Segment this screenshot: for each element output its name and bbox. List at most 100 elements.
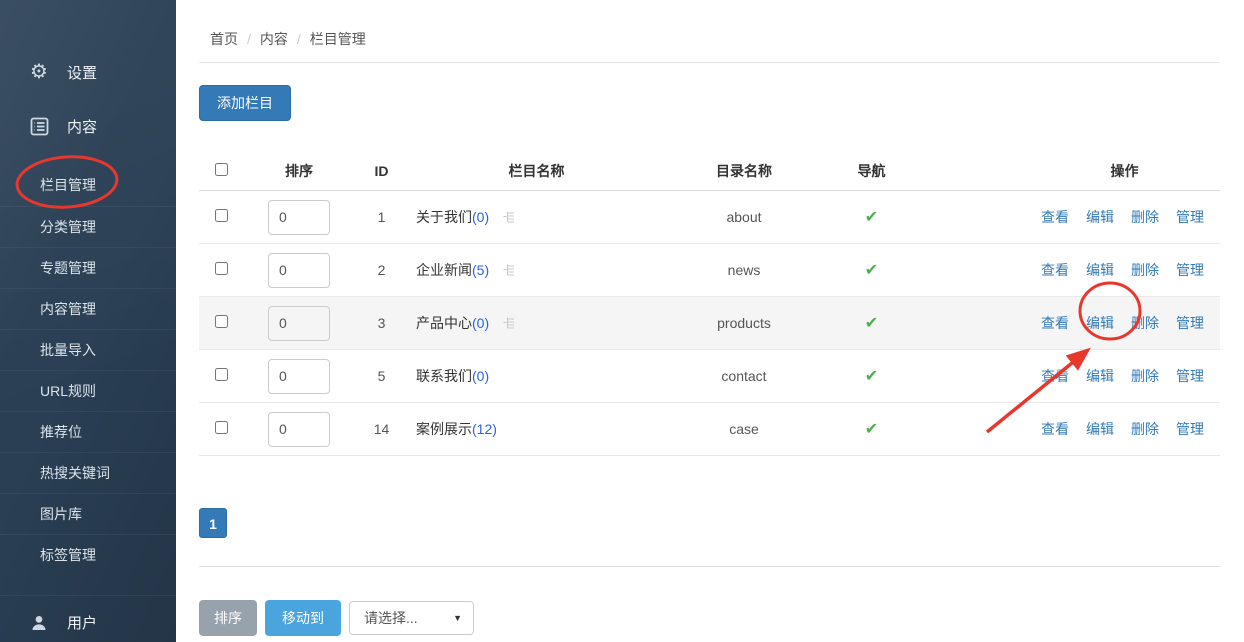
sidebar-item-hot-keywords[interactable]: 热搜关键词 <box>0 452 176 493</box>
content-count-link[interactable]: (12) <box>472 421 497 437</box>
nav-check-icon: ✔ <box>865 315 878 332</box>
add-column-button[interactable]: 添加栏目 <box>199 85 291 121</box>
row-checkbox[interactable] <box>215 368 228 381</box>
edit-link[interactable]: 编辑 <box>1086 209 1114 225</box>
view-link[interactable]: 查看 <box>1041 315 1069 331</box>
row-id: 14 <box>354 403 409 456</box>
table-row: 1 关于我们(0) about ✔ 查看编辑删除管理 <box>199 191 1220 244</box>
bulk-move-button[interactable]: 移动到 <box>265 600 341 636</box>
edit-link[interactable]: 编辑 <box>1086 421 1114 437</box>
sidebar-item-url-rules[interactable]: URL规则 <box>0 370 176 411</box>
edit-link[interactable]: 编辑 <box>1086 262 1114 278</box>
sidebar-item-column-management[interactable]: 栏目管理 <box>0 165 176 206</box>
breadcrumb-separator: / <box>247 31 251 47</box>
row-checkbox[interactable] <box>215 315 228 328</box>
table-row: 14 案例展示(12) case ✔ 查看 编辑 删除 管理 <box>199 403 1220 456</box>
user-icon <box>28 614 50 632</box>
sort-input[interactable] <box>268 359 330 394</box>
nav-check-icon: ✔ <box>865 368 878 385</box>
row-id: 3 <box>354 297 409 350</box>
column-name: 企业新闻 <box>416 262 472 278</box>
row-checkbox[interactable] <box>215 262 228 275</box>
breadcrumb-current: 栏目管理 <box>310 31 366 47</box>
pagination: 1 <box>199 508 1220 538</box>
chevron-down-icon: ▼ <box>453 613 462 623</box>
sort-input[interactable] <box>268 253 330 288</box>
row-checkbox[interactable] <box>215 421 228 434</box>
sidebar-item-image-library[interactable]: 图片库 <box>0 493 176 534</box>
row-id: 2 <box>354 244 409 297</box>
move-target-select[interactable]: 请选择... ▼ <box>349 601 474 635</box>
directory-name: case <box>664 403 824 456</box>
breadcrumb-content[interactable]: 内容 <box>260 31 288 47</box>
bulk-sort-button[interactable]: 排序 <box>199 600 257 636</box>
manage-link[interactable]: 管理 <box>1176 209 1204 225</box>
tree-icon <box>502 262 517 277</box>
sidebar-item-users[interactable]: 用户 <box>0 595 176 642</box>
column-name: 案例展示 <box>416 421 472 437</box>
sidebar-item-batch-import[interactable]: 批量导入 <box>0 329 176 370</box>
sort-input[interactable] <box>268 412 330 447</box>
table-header-row: 排序 ID 栏目名称 目录名称 导航 操作 <box>199 154 1220 191</box>
sort-input[interactable] <box>268 306 330 341</box>
tree-icon <box>502 315 517 330</box>
content-count-link[interactable]: (0) <box>472 209 489 225</box>
delete-link[interactable]: 删除 <box>1131 262 1159 278</box>
view-link[interactable]: 查看 <box>1041 368 1069 384</box>
directory-name: contact <box>664 350 824 403</box>
row-id: 5 <box>354 350 409 403</box>
nav-check-icon: ✔ <box>865 209 878 226</box>
row-checkbox[interactable] <box>215 209 228 222</box>
table-row: 5 联系我们(0) contact ✔ 查看编辑删除管理 <box>199 350 1220 403</box>
manage-link[interactable]: 管理 <box>1176 421 1204 437</box>
select-placeholder: 请选择... <box>364 608 418 628</box>
sidebar-item-category-management[interactable]: 分类管理 <box>0 206 176 247</box>
directory-name: about <box>664 191 824 244</box>
content-count-link[interactable]: (0) <box>472 368 489 384</box>
edit-link[interactable]: 编辑 <box>1086 368 1114 384</box>
sidebar-item-tag-management[interactable]: 标签管理 <box>0 534 176 575</box>
content-count-link[interactable]: (0) <box>472 315 489 331</box>
view-link[interactable]: 查看 <box>1041 209 1069 225</box>
content-count-link[interactable]: (5) <box>472 262 489 278</box>
sidebar-item-recommend-position[interactable]: 推荐位 <box>0 411 176 452</box>
sidebar-item-content-management[interactable]: 内容管理 <box>0 288 176 329</box>
nav-check-icon: ✔ <box>865 262 878 279</box>
content-submenu: 栏目管理 分类管理 专题管理 内容管理 批量导入 URL规则 推荐位 热搜关键词… <box>0 165 176 575</box>
header-column-name: 栏目名称 <box>409 154 664 191</box>
header-id: ID <box>354 154 409 191</box>
columns-table: 排序 ID 栏目名称 目录名称 导航 操作 1 关于我们(0) about ✔ … <box>199 154 1220 456</box>
select-all-checkbox[interactable] <box>215 163 228 176</box>
bulk-actions-bar: 排序 移动到 请选择... ▼ <box>199 600 1220 636</box>
main-content: 首页 / 内容 / 栏目管理 添加栏目 排序 ID 栏目名称 目录名称 导航 操作 1 … <box>176 0 1244 642</box>
column-name: 产品中心 <box>416 315 472 331</box>
sort-input[interactable] <box>268 200 330 235</box>
edit-link[interactable]: 编辑 <box>1086 315 1114 331</box>
delete-link[interactable]: 删除 <box>1131 368 1159 384</box>
manage-link[interactable]: 管理 <box>1176 262 1204 278</box>
list-icon <box>28 117 50 136</box>
delete-link[interactable]: 删除 <box>1131 421 1159 437</box>
manage-link[interactable]: 管理 <box>1176 315 1204 331</box>
header-operations: 操作 <box>919 154 1220 191</box>
page-button-1[interactable]: 1 <box>199 508 227 538</box>
sidebar-item-topic-management[interactable]: 专题管理 <box>0 247 176 288</box>
view-link[interactable]: 查看 <box>1041 421 1069 437</box>
nav-check-icon: ✔ <box>865 421 878 438</box>
view-link[interactable]: 查看 <box>1041 262 1069 278</box>
table-row: 2 企业新闻(5) news ✔ 查看 编辑 删除 管理 <box>199 244 1220 297</box>
directory-name: news <box>664 244 824 297</box>
directory-name: products <box>664 297 824 350</box>
breadcrumb-home[interactable]: 首页 <box>210 31 238 47</box>
sidebar-item-label: 用户 <box>67 612 97 633</box>
manage-link[interactable]: 管理 <box>1176 368 1204 384</box>
header-directory-name: 目录名称 <box>664 154 824 191</box>
delete-link[interactable]: 删除 <box>1131 209 1159 225</box>
table-row-highlighted: 3 产品中心(0) products ✔ 查看 编辑 删除 管理 <box>199 297 1220 350</box>
row-id: 1 <box>354 191 409 244</box>
sidebar-item-content[interactable]: 内容 <box>0 99 176 153</box>
delete-link[interactable]: 删除 <box>1131 315 1159 331</box>
sidebar-item-settings[interactable]: ⚙ 设置 <box>0 45 176 99</box>
sidebar-item-label: 设置 <box>67 62 97 83</box>
breadcrumb-separator: / <box>297 31 301 47</box>
